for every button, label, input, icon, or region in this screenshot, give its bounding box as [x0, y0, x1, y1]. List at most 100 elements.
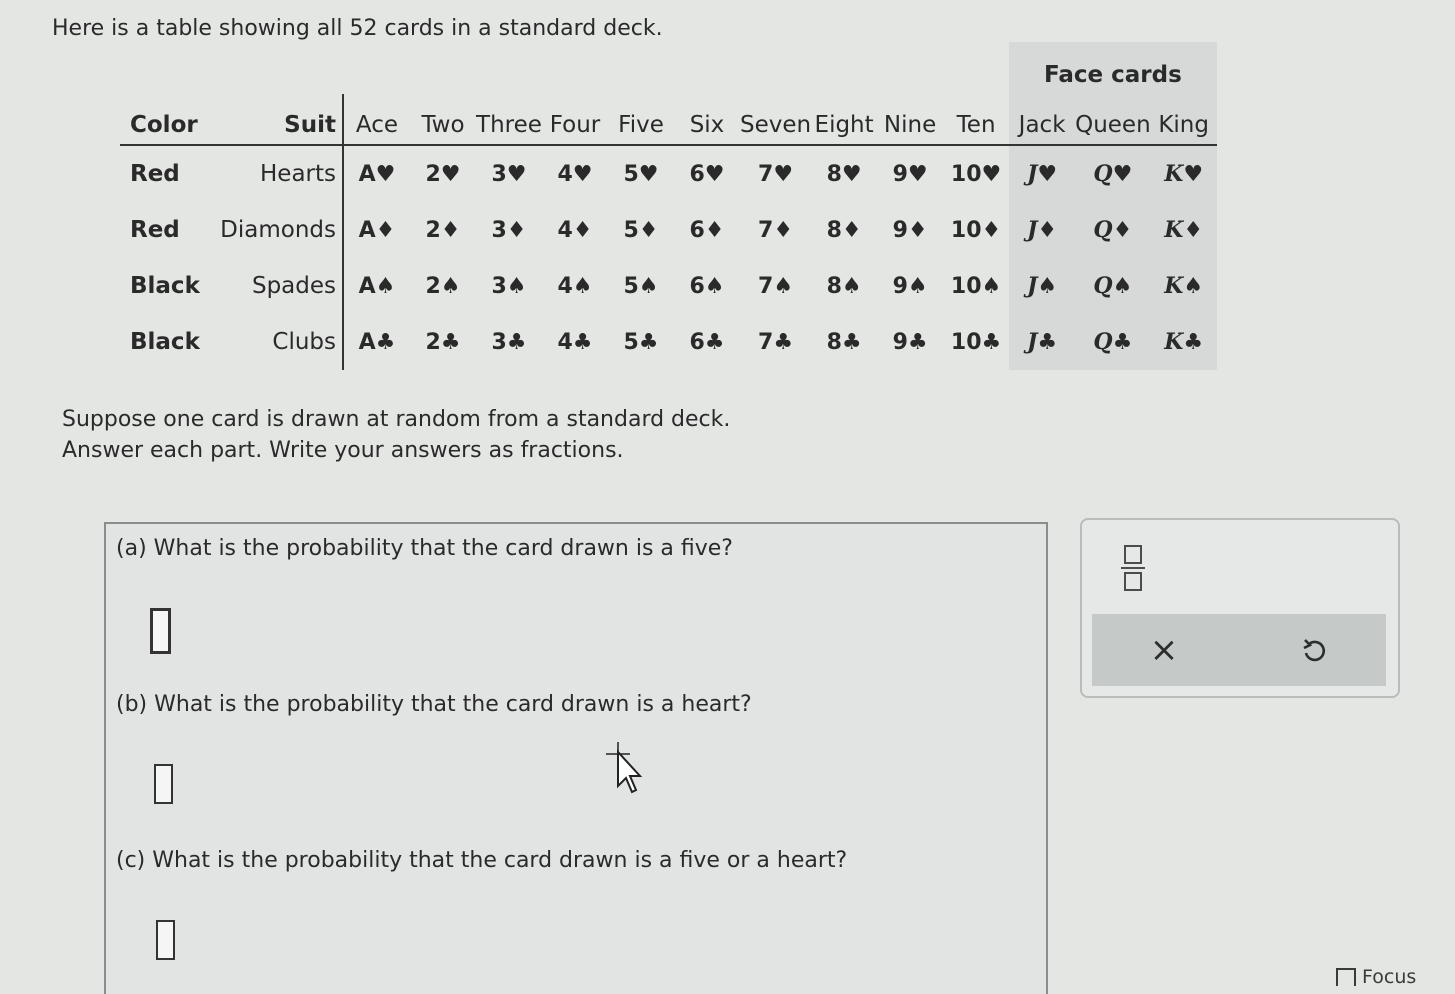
card-cell: 6♠ [689, 273, 725, 299]
card-cell: 10♠ [950, 273, 1002, 299]
card-cell: 6♣ [689, 329, 725, 355]
card-cell: J♦ [1009, 202, 1076, 258]
card-cell: 9♣ [892, 329, 928, 355]
card-cell: 2♠ [425, 273, 461, 299]
answer-b-input[interactable] [154, 764, 173, 804]
rank-header: Five [608, 94, 674, 146]
card-cell: 8♥ [826, 161, 862, 187]
card-cell: J♣ [1009, 314, 1076, 370]
fraction-icon [1121, 545, 1145, 591]
card-cell: J♠ [1009, 258, 1076, 314]
card-cell: 10♥ [950, 161, 1002, 187]
card-cell: Q♠ [1075, 258, 1151, 314]
card-cell: 9♦ [892, 217, 928, 243]
suit-cell: Spades [208, 258, 344, 314]
mouse-cursor-icon [600, 738, 644, 802]
color-cell: Red [130, 217, 180, 243]
card-cell: Q♦ [1075, 202, 1151, 258]
card-cell: 8♣ [826, 329, 862, 355]
rank-header: Six [674, 94, 740, 146]
question-panel: (a) What is the probability that the car… [104, 522, 1048, 994]
undo-icon [1303, 639, 1326, 662]
card-cell: 3♣ [491, 329, 527, 355]
focus-button[interactable]: Focus [1336, 966, 1416, 988]
card-cell: 10♦ [950, 217, 1002, 243]
card-cell: 7♠ [758, 273, 794, 299]
table-row: Red Hearts A♥ 2♥ 3♥ 4♥ 5♥ 6♥ 7♥ 8♥ 9♥ 10♥ J♥ Q♥ K♥ [120, 145, 1217, 202]
rank-header: Two [410, 94, 476, 146]
card-cell: K♠ [1150, 258, 1217, 314]
close-icon: × [1149, 630, 1179, 670]
table-row: Black Clubs A♣ 2♣ 3♣ 4♣ 5♣ 6♣ 7♣ 8♣ 9♣ 10♣ J♣ Q♣ K♣ [120, 314, 1217, 370]
question-a: (a) What is the probability that the car… [116, 536, 733, 561]
focus-icon [1336, 968, 1356, 986]
question-c: (c) What is the probability that the car… [116, 848, 848, 873]
clear-button[interactable]: × [1142, 628, 1186, 672]
card-cell: Q♣ [1075, 314, 1151, 370]
card-cell: 2♣ [425, 329, 461, 355]
card-cell: J♥ [1009, 145, 1076, 202]
card-cell: 5♠ [623, 273, 659, 299]
card-cell: 5♦ [623, 217, 659, 243]
card-cell: A♥ [358, 161, 396, 187]
card-cell: 2♦ [425, 217, 461, 243]
card-cell: 4♦ [557, 217, 593, 243]
undo-button[interactable] [1292, 628, 1336, 672]
problem-prompt: Suppose one card is drawn at random from… [62, 404, 730, 466]
card-cell: 5♥ [623, 161, 659, 187]
question-b: (b) What is the probability that the car… [116, 692, 752, 717]
color-cell: Red [130, 161, 180, 187]
card-cell: K♦ [1150, 202, 1217, 258]
card-cell: K♥ [1150, 145, 1217, 202]
card-cell: 4♣ [557, 329, 593, 355]
rank-header: King [1150, 94, 1217, 146]
card-cell: 8♠ [826, 273, 862, 299]
card-cell: 7♥ [758, 161, 794, 187]
fraction-button[interactable] [1118, 540, 1148, 596]
rank-header: Queen [1075, 94, 1151, 146]
card-deck-table: Face cards Color Suit Ace Two Three Four Fiv… [120, 42, 1217, 370]
rank-header: Nine [877, 94, 944, 146]
answer-tools-panel: × [1080, 518, 1400, 698]
rank-header: Four [542, 94, 608, 146]
card-cell: Q♥ [1075, 145, 1151, 202]
prompt-line-2: Answer each part. Write your answers as … [62, 438, 624, 463]
card-cell: 4♠ [557, 273, 593, 299]
card-cell: 2♥ [425, 161, 461, 187]
card-cell: 3♠ [491, 273, 527, 299]
rank-header: Ten [943, 94, 1010, 146]
rank-header: Jack [1009, 94, 1076, 146]
card-cell: 3♥ [491, 161, 527, 187]
card-cell: 6♦ [689, 217, 725, 243]
card-cell: 9♠ [892, 273, 928, 299]
answer-c-input[interactable] [156, 920, 175, 960]
table-row: Red Diamonds A♦ 2♦ 3♦ 4♦ 5♦ 6♦ 7♦ 8♦ 9♦ 10♦ J♦ Q♦ K♦ [120, 202, 1217, 258]
suit-cell: Diamonds [208, 202, 344, 258]
prompt-line-1: Suppose one card is drawn at random from… [62, 407, 731, 432]
suit-header: Suit [208, 94, 344, 146]
intro-text: Here is a table showing all 52 cards in … [52, 16, 663, 41]
rank-header: Three [476, 94, 542, 146]
answer-a-input[interactable] [150, 608, 171, 654]
card-cell: 6♥ [689, 161, 725, 187]
card-cell: A♠ [358, 273, 396, 299]
color-cell: Black [130, 329, 200, 355]
card-cell: 7♣ [758, 329, 794, 355]
focus-label: Focus [1362, 966, 1417, 988]
suit-cell: Hearts [208, 145, 344, 202]
card-cell: 7♦ [758, 217, 794, 243]
action-bar: × [1092, 614, 1386, 686]
card-cell: 5♣ [623, 329, 659, 355]
card-cell: 3♦ [491, 217, 527, 243]
color-cell: Black [130, 273, 200, 299]
table-row: Black Spades A♠ 2♠ 3♠ 4♠ 5♠ 6♠ 7♠ 8♠ 9♠ 10♠ J♠ Q♠ K♠ [120, 258, 1217, 314]
card-cell: A♦ [358, 217, 396, 243]
card-cell: K♣ [1150, 314, 1217, 370]
card-cell: A♣ [358, 329, 396, 355]
rank-header: Ace [343, 94, 410, 146]
rank-header: Eight [811, 94, 878, 146]
face-cards-header: Face cards [1009, 42, 1217, 94]
card-cell: 9♥ [892, 161, 928, 187]
card-cell: 10♣ [950, 329, 1002, 355]
color-header: Color [120, 94, 208, 146]
